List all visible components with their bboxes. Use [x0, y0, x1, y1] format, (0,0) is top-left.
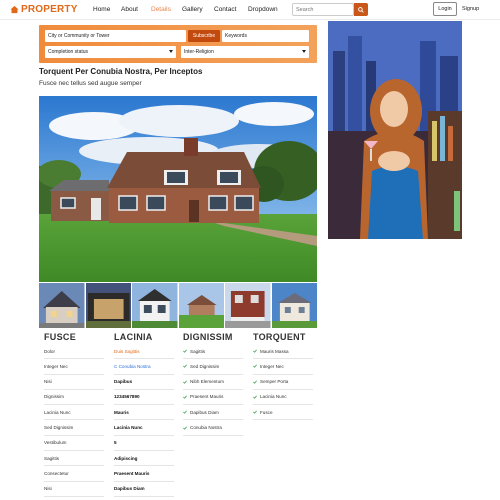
- list-item: 1234567890: [114, 390, 174, 406]
- main-property-photo[interactable]: [39, 96, 317, 282]
- nav-about[interactable]: About: [121, 6, 138, 13]
- list-item: Dignissim: [44, 390, 104, 406]
- column-fusce: FUSCE Dolor Integer Nec Nisi Dignissim L…: [44, 332, 104, 497]
- list-item: Mauris Massa: [253, 344, 313, 360]
- list-item-label: Integer Nec: [260, 363, 284, 369]
- advertisement-image[interactable]: [328, 21, 462, 239]
- list-item-link[interactable]: C Conubia Nostra: [114, 359, 174, 375]
- check-icon: [253, 349, 257, 353]
- list-item: Nibh Elementum: [183, 375, 243, 390]
- check-icon: [183, 380, 187, 384]
- list-item: Adipiscing: [114, 451, 174, 467]
- photo-thumbnails: [39, 283, 317, 328]
- thumbnail-4[interactable]: [178, 283, 224, 328]
- nav-contact[interactable]: Contact: [214, 6, 236, 13]
- list-item: Dapibus Diam: [114, 482, 174, 497]
- list-item-link[interactable]: Duis Sagittis: [114, 344, 174, 360]
- signup-link[interactable]: Signup: [462, 6, 479, 12]
- list-item: Dapibus Diam: [183, 405, 243, 421]
- thumbnail-6[interactable]: [271, 283, 317, 328]
- list-item-label: Sagittis: [190, 348, 206, 354]
- list-item-label: Semper Porta: [260, 379, 289, 385]
- list-item: Praesent Mauris: [114, 466, 174, 482]
- check-icon: [183, 410, 187, 415]
- list-item: Semper Porta: [253, 375, 313, 390]
- column-heading: TORQUENT: [253, 332, 306, 342]
- religion-select[interactable]: Inter-Religion: [181, 46, 309, 58]
- column-dignissim: DIGNISSIM Sagittis Sed Dignissim Nibh El…: [183, 332, 243, 436]
- login-button[interactable]: Login: [433, 2, 457, 16]
- check-icon: [253, 364, 257, 369]
- subscribe-button[interactable]: Subscribe: [188, 30, 220, 42]
- check-icon: [253, 410, 257, 415]
- list-item: Mauris: [114, 405, 174, 421]
- religion-value: Inter-Religion: [184, 49, 214, 55]
- list-item: Conubia Nostra: [183, 420, 243, 436]
- search-panel: City or Community or Tower Subscribe Key…: [39, 25, 317, 63]
- column-heading: DIGNISSIM: [183, 332, 233, 342]
- top-navbar: PROPERTY Home About Details Gallery Cont…: [0, 0, 500, 20]
- brand-name: PROPERTY: [21, 4, 78, 15]
- check-icon: [253, 380, 257, 384]
- list-item: Lacinia Nunc: [44, 405, 104, 421]
- column-heading: FUSCE: [44, 332, 77, 342]
- listing-title: Torquent Per Conubia Nostra, Per Incepto…: [39, 67, 203, 76]
- search-input[interactable]: [292, 3, 354, 16]
- search-icon: [358, 6, 364, 13]
- thumbnail-5[interactable]: [225, 283, 271, 328]
- listing-subtitle: Fusce nec tellus sed augue semper: [39, 80, 142, 87]
- list-item-label: Fusce: [260, 409, 273, 415]
- column-lacinia: LACINIA Duis Sagittis C Conubia Nostra D…: [114, 332, 174, 497]
- list-item: Nisi: [44, 375, 104, 390]
- check-icon: [183, 426, 187, 430]
- column-heading: LACINIA: [114, 332, 153, 342]
- list-item-label: Praesent Mauris: [190, 394, 224, 400]
- chevron-down-icon: [302, 50, 306, 53]
- nav-home[interactable]: Home: [93, 6, 110, 13]
- check-icon: [183, 364, 187, 369]
- check-icon: [183, 349, 187, 353]
- nav-gallery[interactable]: Gallery: [182, 6, 203, 13]
- check-icon: [183, 395, 187, 399]
- list-item: Dapibus: [114, 375, 174, 390]
- thumbnail-3[interactable]: [132, 283, 178, 328]
- column-torquent: TORQUENT Mauris Massa Integer Nec Semper…: [253, 332, 313, 421]
- list-item: Sed Dignissim: [183, 359, 243, 375]
- list-item: Fusce: [253, 405, 313, 421]
- city-field[interactable]: City or Community or Tower: [45, 30, 186, 42]
- list-item-label: Sed Dignissim: [190, 363, 220, 369]
- completion-status-select[interactable]: Completion status: [45, 46, 176, 58]
- list-item-label: Nibh Elementum: [190, 379, 224, 385]
- completion-status-value: Completion status: [48, 49, 89, 55]
- list-item: Integer Nec: [44, 359, 104, 375]
- check-icon: [253, 395, 257, 399]
- list-item: Lacinia Nunc: [114, 420, 174, 436]
- list-item-label: Lacinia Nunc: [260, 394, 287, 400]
- list-item: Nisi: [44, 482, 104, 497]
- nav-dropdown[interactable]: Dropdown: [248, 6, 278, 13]
- keywords-field[interactable]: Keywords: [222, 30, 309, 42]
- list-item: Integer Nec: [253, 359, 313, 375]
- list-item: Lacinia Nunc: [253, 390, 313, 406]
- search-button[interactable]: [354, 3, 368, 16]
- list-item: Sagittis: [183, 344, 243, 360]
- list-item: Vestibulum: [44, 436, 104, 452]
- chevron-down-icon: [169, 50, 173, 53]
- brand-logo[interactable]: PROPERTY: [10, 4, 78, 15]
- home-icon: [10, 5, 19, 14]
- list-item: Dolor: [44, 344, 104, 360]
- list-item: Sed Dignissim: [44, 420, 104, 436]
- thumbnail-1[interactable]: [39, 283, 85, 328]
- thumbnail-2[interactable]: [85, 283, 131, 328]
- list-item: Sagittis: [44, 451, 104, 467]
- list-item-label: Mauris Massa: [260, 348, 289, 354]
- list-item-label: Dapibus Diam: [190, 409, 219, 415]
- list-item: 5: [114, 436, 174, 452]
- list-item: Praesent Mauris: [183, 390, 243, 406]
- list-item-label: Conubia Nostra: [190, 424, 222, 430]
- list-item: Consectetur: [44, 466, 104, 482]
- nav-details[interactable]: Details: [151, 6, 171, 13]
